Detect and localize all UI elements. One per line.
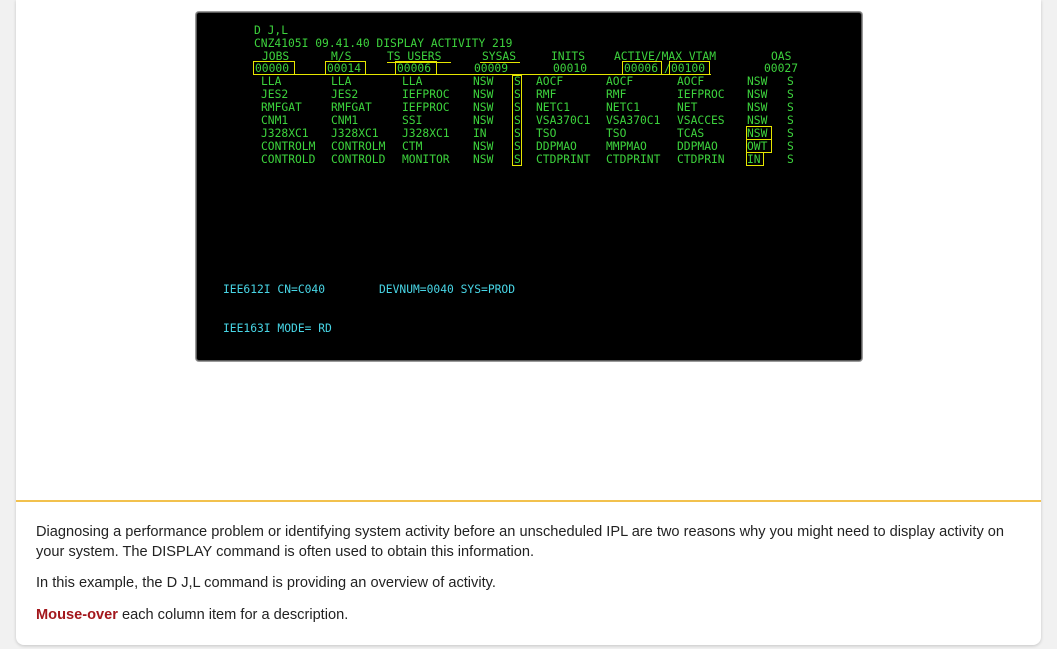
cell-procstep-2: VSACCES — [677, 114, 725, 127]
cell-type-2: S — [787, 88, 794, 101]
cell-jobname: CONTROLD — [261, 153, 316, 166]
cell-swap-status: NSW — [473, 101, 494, 114]
cell-swap-status: NSW — [473, 153, 494, 166]
cell-stepname: CONTROLD — [331, 153, 386, 166]
cell-procstep: IEFPROC — [402, 101, 450, 114]
message-iee163i: IEE163I MODE= RD — [223, 322, 332, 335]
cell-swap-status-2: NSW — [747, 88, 768, 101]
hotspot-active[interactable] — [622, 61, 662, 75]
hotspot-owt[interactable] — [746, 139, 772, 153]
message-devnum: DEVNUM=0040 SYS=PROD — [379, 283, 516, 296]
cell-jobname-2: DDPMAO — [536, 140, 577, 153]
cell-procstep: J328XC1 — [402, 127, 450, 140]
cell-jobname-2: AOCF — [536, 75, 564, 88]
intro-paragraph: Diagnosing a performance problem or iden… — [36, 524, 1005, 560]
cell-procstep: IEFPROC — [402, 88, 450, 101]
cell-stepname: JES2 — [331, 88, 359, 101]
count-sysas: 00009 — [474, 62, 509, 75]
cell-swap-status: NSW — [473, 140, 494, 153]
cell-stepname-2: AOCF — [606, 75, 634, 88]
cell-procstep: MONITOR — [402, 153, 450, 166]
message-iee612i: IEE612I CN=C040 — [223, 283, 326, 296]
cell-procstep: LLA — [402, 75, 423, 88]
cell-procstep-2: DDPMAO — [677, 140, 718, 153]
cell-type-2: S — [787, 140, 794, 153]
cell-swap-status: NSW — [473, 88, 494, 101]
display-activity-header: CNZ4105I 09.41.40 DISPLAY ACTIVITY 219 — [254, 37, 513, 50]
cell-stepname: LLA — [331, 75, 352, 88]
hotspot-ms[interactable] — [325, 61, 366, 75]
section-divider — [16, 500, 1041, 502]
cell-jobname-2: NETC1 — [536, 101, 571, 114]
cell-procstep-2: CTDPRIN — [677, 153, 725, 166]
console-terminal: D J,L CNZ4105I 09.41.40 DISPLAY ACTIVITY… — [196, 12, 862, 361]
mouse-over-label: Mouse-over — [36, 607, 118, 623]
hotspot-max[interactable] — [669, 61, 710, 75]
cell-stepname-2: NETC1 — [606, 101, 641, 114]
cell-swap-status: NSW — [473, 75, 494, 88]
cell-stepname: J328XC1 — [331, 127, 379, 140]
hotspot-jobs[interactable] — [253, 61, 295, 75]
cell-procstep-2: NET — [677, 101, 698, 114]
cell-jobname: LLA — [261, 75, 282, 88]
cell-type-2: S — [787, 101, 794, 114]
cell-jobname-2: VSA370C1 — [536, 114, 591, 127]
cell-procstep-2: TCAS — [677, 127, 705, 140]
instruction-paragraph: Mouse-over each column item for a descri… — [36, 605, 1026, 625]
cell-procstep-2: IEFPROC — [677, 88, 725, 101]
count-oas: 00027 — [764, 62, 799, 75]
cell-stepname-2: TSO — [606, 127, 627, 140]
cell-stepname: CNM1 — [331, 114, 359, 127]
cell-procstep-2: AOCF — [677, 75, 705, 88]
hotspot-in[interactable] — [746, 152, 764, 166]
cell-stepname-2: CTDPRINT — [606, 153, 661, 166]
cell-jobname: J328XC1 — [261, 127, 309, 140]
cell-jobname: CONTROLM — [261, 140, 316, 153]
cell-type-2: S — [787, 153, 794, 166]
cell-jobname-2: CTDPRINT — [536, 153, 591, 166]
hotspot-ts-users[interactable] — [395, 61, 437, 75]
cell-swap-status: NSW — [473, 114, 494, 127]
cell-stepname-2: MMPMAO — [606, 140, 647, 153]
example-paragraph: In this example, the D J,L command is pr… — [36, 575, 496, 591]
cell-jobname-2: RMF — [536, 88, 557, 101]
count-inits: 00010 — [553, 62, 588, 75]
cell-type-2: S — [787, 75, 794, 88]
cell-jobname: CNM1 — [261, 114, 289, 127]
cell-stepname: CONTROLM — [331, 140, 386, 153]
cell-swap-status-2: NSW — [747, 75, 768, 88]
cell-swap-status-2: NSW — [747, 101, 768, 114]
command-line: D J,L — [254, 24, 289, 37]
instruction-text: each column item for a description. — [117, 607, 349, 623]
cell-jobname: RMFGAT — [261, 101, 302, 114]
cell-stepname-2: VSA370C1 — [606, 114, 661, 127]
cell-type-2: S — [787, 114, 794, 127]
cell-type-2: S — [787, 127, 794, 140]
cell-jobname: JES2 — [261, 88, 289, 101]
cell-jobname-2: TSO — [536, 127, 557, 140]
hotspot-nsw[interactable] — [746, 126, 772, 140]
cell-procstep: SSI — [402, 114, 423, 127]
cell-procstep: CTM — [402, 140, 423, 153]
cell-stepname: RMFGAT — [331, 101, 372, 114]
hotspot-status-column[interactable] — [512, 75, 522, 166]
cell-swap-status: IN — [473, 127, 487, 140]
cell-stepname-2: RMF — [606, 88, 627, 101]
